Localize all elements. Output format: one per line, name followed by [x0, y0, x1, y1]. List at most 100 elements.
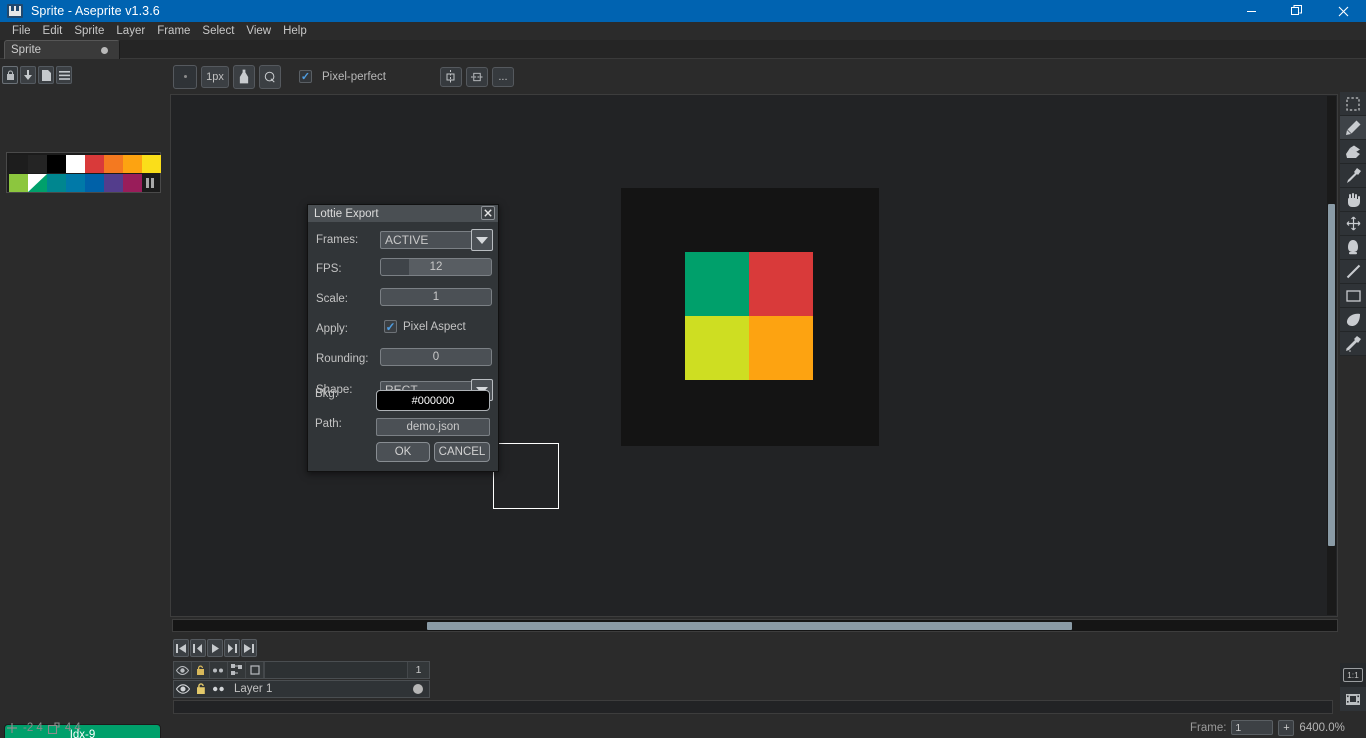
palette-toolbar: [2, 66, 72, 84]
pixel-aspect-checkbox-group[interactable]: ✓ Pixel Aspect: [384, 320, 466, 333]
hand-icon[interactable]: [1340, 188, 1366, 212]
dialog-body: Frames: ACTIVE FPS: 12 Scale: 1 Apply: ✓…: [308, 222, 498, 408]
fps-slider[interactable]: 12: [380, 258, 492, 276]
add-frame-button[interactable]: +: [1278, 719, 1295, 736]
palette-swatch[interactable]: [47, 174, 66, 192]
lock-padlock-icon[interactable]: [192, 662, 210, 678]
menu-select[interactable]: Select: [196, 23, 240, 39]
color-palette[interactable]: [6, 152, 161, 193]
timeline-body[interactable]: [173, 700, 1333, 714]
palette-swatch[interactable]: [66, 155, 85, 173]
eye-visibility-icon[interactable]: [174, 662, 192, 678]
tab-sprite[interactable]: Sprite: [4, 40, 120, 59]
paint-bucket-icon[interactable]: [1340, 236, 1366, 260]
sprite-pixel[interactable]: [685, 252, 749, 316]
layer-continuous-icon[interactable]: [210, 681, 228, 697]
menu-frame[interactable]: Frame: [151, 23, 196, 39]
symmetry-y-icon[interactable]: [465, 66, 488, 87]
aseprite-window: Sprite - Aseprite v1.3.6 File Edit Sprit…: [0, 0, 1366, 738]
palette-options-button[interactable]: [56, 66, 72, 84]
pixel-perfect-checkbox[interactable]: ✓: [299, 70, 312, 83]
continuous-dots-icon[interactable]: [210, 662, 228, 678]
sprite-pixel[interactable]: [749, 316, 813, 380]
menu-sprite[interactable]: Sprite: [68, 23, 110, 39]
palette-swatch[interactable]: [47, 155, 66, 173]
palette-swatch[interactable]: [85, 155, 104, 173]
ok-button[interactable]: OK: [376, 442, 430, 462]
chevron-down-icon[interactable]: [471, 229, 493, 251]
timeline-layer-row[interactable]: Layer 1: [173, 680, 430, 698]
palette-swatch[interactable]: [104, 174, 123, 192]
ink-type-button[interactable]: [233, 64, 255, 89]
layer-visibility-icon[interactable]: [174, 681, 192, 697]
more-options-button[interactable]: ...: [491, 66, 514, 87]
sprite-pixel[interactable]: [685, 316, 749, 380]
onion-skin-icon[interactable]: [228, 662, 246, 678]
sprite-pixel-grid[interactable]: [685, 252, 813, 380]
rectangle-icon[interactable]: [1340, 284, 1366, 308]
zoom-one-to-one-button[interactable]: 1:1: [1340, 663, 1366, 687]
brush-size-field[interactable]: 1px: [201, 65, 229, 88]
load-palette-button[interactable]: [20, 66, 36, 84]
eraser-icon[interactable]: [1340, 140, 1366, 164]
go-first-frame-button[interactable]: [173, 639, 189, 657]
film-strip-button[interactable]: [1340, 687, 1366, 711]
save-palette-button[interactable]: [38, 66, 54, 84]
rounding-input[interactable]: 0: [380, 348, 492, 366]
menu-view[interactable]: View: [240, 23, 277, 39]
pixel-aspect-checkbox[interactable]: ✓: [384, 320, 397, 333]
pencil-icon[interactable]: [1340, 116, 1366, 140]
dialog-title-bar[interactable]: Lottie Export: [308, 205, 498, 222]
lock-palette-button[interactable]: [2, 66, 18, 84]
palette-swatch[interactable]: [28, 155, 47, 173]
palette-swatch[interactable]: [123, 155, 142, 173]
sprite-pixel[interactable]: [749, 252, 813, 316]
palette-swatch[interactable]: [9, 174, 28, 192]
blur-smudge-icon[interactable]: [1340, 308, 1366, 332]
canvas-vertical-scrollbar[interactable]: [1327, 96, 1336, 615]
line-icon[interactable]: [1340, 260, 1366, 284]
frames-dropdown[interactable]: ACTIVE: [380, 229, 493, 251]
vertical-scrollbar-thumb[interactable]: [1328, 204, 1335, 546]
scale-input[interactable]: 1: [380, 288, 492, 306]
document-tab-strip: Sprite: [0, 40, 1366, 59]
maximize-restore-button[interactable]: [1274, 0, 1320, 22]
move-icon[interactable]: [1340, 212, 1366, 236]
minimize-button[interactable]: [1228, 0, 1274, 22]
palette-swatch[interactable]: [66, 174, 85, 192]
go-last-frame-button[interactable]: [241, 639, 257, 657]
cel-filled-dot[interactable]: [413, 684, 423, 694]
menu-file[interactable]: File: [6, 23, 37, 39]
menu-layer[interactable]: Layer: [110, 23, 151, 39]
brush-preview-button[interactable]: [173, 64, 197, 89]
layer-name-label[interactable]: Layer 1: [228, 683, 413, 695]
close-button[interactable]: [1320, 0, 1366, 22]
frame-number-header[interactable]: 1: [407, 662, 429, 678]
go-previous-frame-button[interactable]: [190, 639, 206, 657]
symmetry-x-icon[interactable]: [439, 66, 462, 87]
layer-lock-icon[interactable]: [192, 681, 210, 697]
eyedropper-icon[interactable]: [1340, 164, 1366, 188]
palette-swatch[interactable]: [142, 155, 161, 173]
menu-edit[interactable]: Edit: [37, 23, 69, 39]
spray-icon[interactable]: [1340, 332, 1366, 356]
canvas-horizontal-scrollbar[interactable]: [172, 619, 1338, 632]
alpha-compositing-button[interactable]: [259, 64, 281, 89]
horizontal-scrollbar-thumb[interactable]: [427, 622, 1072, 630]
play-button[interactable]: [207, 639, 223, 657]
cancel-button[interactable]: CANCEL: [434, 442, 490, 462]
dialog-close-button[interactable]: [481, 206, 495, 220]
palette-swatch[interactable]: [85, 174, 104, 192]
bkg-color-input[interactable]: #000000: [376, 390, 490, 411]
rectangular-marquee-icon[interactable]: [1340, 92, 1366, 116]
frame-number-input[interactable]: 1: [1231, 720, 1274, 735]
path-input[interactable]: demo.json: [376, 418, 490, 436]
palette-swatch-selected[interactable]: [28, 174, 47, 192]
go-next-frame-button[interactable]: [224, 639, 240, 657]
palette-swatch[interactable]: [9, 155, 28, 173]
palette-swatch[interactable]: [104, 155, 123, 173]
sprite-canvas[interactable]: [621, 188, 879, 446]
layer-group-icon[interactable]: [246, 662, 264, 678]
zoom-level-label: 6400.0%: [1299, 721, 1345, 734]
menu-help[interactable]: Help: [277, 23, 313, 39]
